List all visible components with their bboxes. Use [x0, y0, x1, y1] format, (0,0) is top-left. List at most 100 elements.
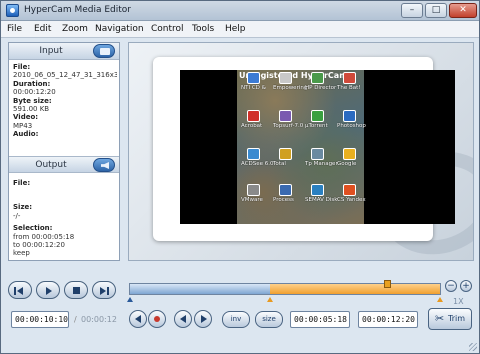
desktop-shortcut-icon — [311, 110, 324, 122]
play-icon — [46, 287, 52, 295]
desktop-shortcut-icon — [279, 72, 292, 84]
scissors-icon: ✂ — [435, 312, 445, 325]
selection-end-field[interactable]: 00:00:12:20 — [358, 311, 418, 328]
menu-zoom[interactable]: Zoom — [62, 24, 88, 34]
selected-range — [270, 284, 440, 294]
record-icon — [154, 316, 160, 322]
selection-end-marker[interactable] — [437, 297, 443, 302]
desktop-shortcut-label: Google — [337, 161, 357, 167]
record-button[interactable] — [148, 310, 166, 328]
desktop-shortcut-icon — [247, 72, 260, 84]
selection-to: to 00:00:12:20 — [13, 241, 65, 250]
desktop-shortcut-label: ACDSee 6.0 — [241, 161, 274, 167]
total-time: 00:00:12 — [81, 315, 117, 324]
desktop-shortcut-label: µTorrent — [305, 123, 328, 129]
resize-grip[interactable] — [469, 343, 477, 351]
output-size-label: Size: — [13, 203, 33, 212]
unselected-range — [130, 284, 270, 294]
transport-buttons — [8, 281, 118, 301]
mark-out-icon — [201, 315, 207, 323]
preview-area: Unregistered HyperCam 3 NTI CD & Empoweri… — [128, 42, 474, 261]
hypercam-app-icon — [6, 4, 19, 17]
invert-selection-button[interactable]: inv — [222, 311, 250, 328]
desktop-shortcut-label: NTI CD & — [241, 85, 266, 91]
video-label: Video: — [13, 113, 39, 122]
previous-button[interactable] — [8, 281, 32, 299]
selection-from: from 00:00:05:18 — [13, 232, 75, 241]
mark-in-button[interactable] — [174, 310, 192, 328]
output-audio-button[interactable] — [93, 158, 115, 172]
desktop-shortcut-icon — [279, 184, 292, 196]
byte-size-label: Byte size: — [13, 96, 52, 105]
desktop-shortcut-icon — [311, 148, 324, 160]
input-panel-header: Input — [9, 43, 119, 60]
desktop-shortcut-label: CS Yandex — [337, 197, 366, 203]
timeline-track[interactable] — [127, 280, 443, 302]
timeline-start-marker[interactable] — [127, 297, 133, 302]
desktop-shortcut-label: Process — [273, 197, 294, 203]
menu-tools[interactable]: Tools — [192, 24, 214, 34]
stop-icon — [73, 287, 80, 294]
duration-value: 00:00:12:20 — [13, 88, 56, 97]
output-info: File: Size: -/- Selection: from 00:00:05… — [13, 179, 117, 258]
trim-label: Trim — [447, 314, 465, 323]
speaker-icon — [101, 162, 109, 169]
output-file-value — [13, 187, 117, 203]
selection-start-field[interactable]: 00:00:05:18 — [290, 311, 350, 328]
size-button[interactable]: size — [255, 311, 283, 328]
input-file-label: File: — [13, 63, 31, 71]
desktop-shortcut-icon — [279, 148, 292, 160]
stop-button[interactable] — [64, 281, 88, 299]
duration-label: Duration: — [13, 79, 51, 88]
desktop-shortcut-label: SEMAV Disk — [305, 197, 338, 203]
desktop-shortcut-label: Topsurf-7.0 — [273, 123, 304, 129]
time-separator: / — [74, 315, 77, 324]
goto-start-button[interactable] — [129, 310, 147, 328]
video-canvas[interactable]: Unregistered HyperCam 3 NTI CD & Empoweri… — [180, 70, 455, 224]
zoom-level: 1X — [453, 297, 464, 306]
output-size-value: -/- — [13, 211, 21, 220]
menu-edit[interactable]: Edit — [34, 24, 51, 34]
menu-file[interactable]: File — [7, 24, 22, 34]
desktop-shortcut-icon — [311, 184, 324, 196]
skip-forward-bar — [107, 287, 109, 295]
desktop-shortcut-icon — [343, 72, 356, 84]
play-button[interactable] — [36, 281, 60, 299]
menu-control[interactable]: Control — [151, 24, 184, 34]
editor-window: HyperCam Media Editor – □ ✕ File Edit Zo… — [0, 0, 480, 354]
desktop-shortcut-label: Acrobat — [241, 123, 263, 129]
byte-size-value: 591.00 KB — [13, 105, 50, 114]
menu-help[interactable]: Help — [225, 24, 246, 34]
minimize-button[interactable]: – — [401, 3, 423, 18]
selection-start-marker[interactable] — [267, 297, 273, 302]
selection-label: Selection: — [13, 224, 53, 233]
close-button[interactable]: ✕ — [449, 3, 477, 18]
output-header-label: Output — [35, 160, 67, 170]
input-info: File: 2010_06_05_12_47_31_316x32 Duratio… — [13, 63, 117, 139]
desktop-shortcut-label: Tp Manager — [305, 161, 338, 167]
maximize-button[interactable]: □ — [425, 3, 447, 18]
current-time-field[interactable]: 00:00:10:10 — [11, 311, 69, 328]
zoom-in-button[interactable]: + — [460, 280, 472, 292]
open-input-button[interactable] — [93, 44, 115, 58]
preview-frame: Unregistered HyperCam 3 NTI CD & Empoweri… — [153, 57, 455, 241]
folder-icon — [100, 48, 110, 55]
menu-navigation[interactable]: Navigation — [95, 24, 144, 34]
desktop-shortcut-icon — [247, 184, 260, 196]
audio-label: Audio: — [13, 130, 39, 139]
video-value: MP43 — [13, 121, 33, 130]
playhead-handle[interactable] — [384, 280, 391, 288]
next-button[interactable] — [92, 281, 116, 299]
zoom-out-button[interactable]: − — [445, 280, 457, 292]
output-panel-header: Output — [9, 156, 119, 173]
desktop-shortcut-icon — [247, 110, 260, 122]
desktop-shortcut-icon — [247, 148, 260, 160]
previous-icon — [17, 287, 23, 295]
desktop-shortcut-icon — [343, 184, 356, 196]
input-file-value: 2010_06_05_12_47_31_316x32 — [13, 71, 117, 80]
trim-button[interactable]: ✂ Trim — [428, 308, 472, 330]
mark-out-button[interactable] — [194, 310, 212, 328]
output-file-label: File: — [13, 179, 31, 187]
desktop-shortcut-label: Total — [273, 161, 286, 167]
captured-desktop: Unregistered HyperCam 3 NTI CD & Empoweri… — [237, 70, 366, 224]
